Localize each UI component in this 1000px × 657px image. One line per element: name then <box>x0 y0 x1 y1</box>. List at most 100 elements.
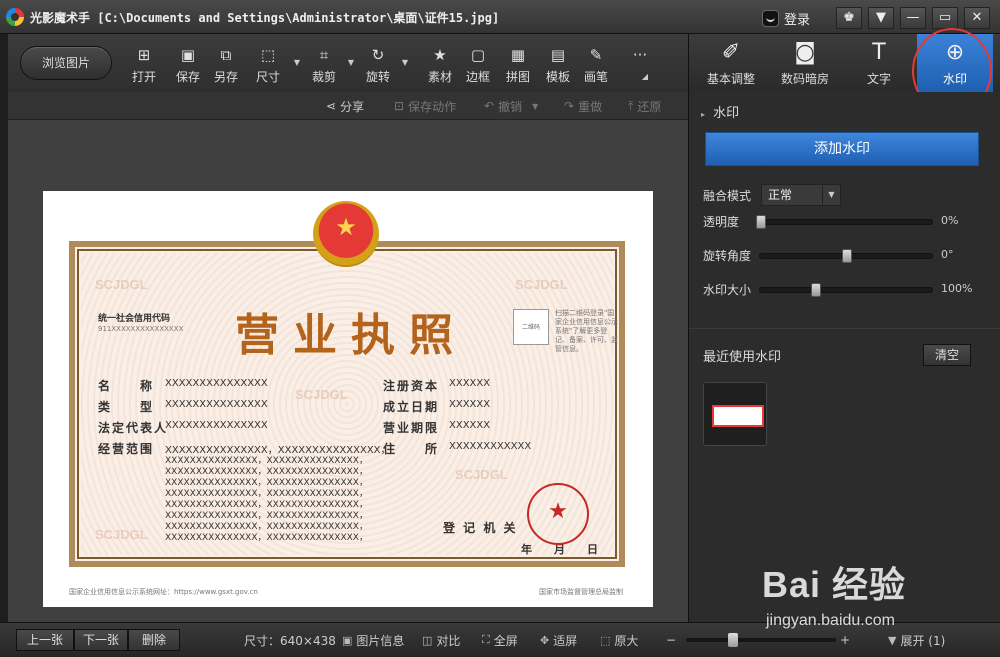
credit-code-label: 统一社会信用代码 <box>98 314 171 324</box>
window-title: 光影魔术手 [C:\Documents and Settings\Adminis… <box>30 11 500 25</box>
tool-crop[interactable]: ⌗ 裁剪 <box>304 44 344 86</box>
caret-down-icon: ▼ <box>888 633 897 647</box>
business-scope-line: XXXXXXXXXXXXXXX，XXXXXXXXXXXXXXX， <box>165 533 368 543</box>
slider-value: 100% <box>941 282 973 295</box>
chevron-down-icon[interactable]: ▼ <box>346 58 356 68</box>
fit-screen-button[interactable]: ✥ 适屏 <box>540 632 577 648</box>
tool-label: 边框 <box>465 70 490 84</box>
slider-label: 水印大小 <box>703 283 752 297</box>
previous-image-button[interactable]: 上一张 <box>16 629 74 651</box>
tab-text[interactable]: T 文字 <box>841 34 917 92</box>
field-label: 类 型 <box>98 400 155 414</box>
slider-track[interactable] <box>756 215 933 229</box>
tool-label: 打开 <box>131 70 156 84</box>
security-watermark: SCJDGL <box>95 277 148 292</box>
skin-button[interactable]: ♚ <box>836 7 862 29</box>
blend-mode-select[interactable]: 正常 ▼ <box>761 184 841 206</box>
text-icon: T <box>872 40 886 65</box>
original-size-button[interactable]: ⬚ 原大 <box>600 632 638 648</box>
security-watermark: SCJDGL <box>95 527 148 542</box>
qr-note: 扫描二维码登录"国家企业信用信息公示系统"了解更多登记、备案、许可、监管信息。 <box>555 309 618 353</box>
delete-button[interactable]: 删除 <box>128 629 180 651</box>
tool-resize[interactable]: ⬚ 尺寸 <box>248 44 288 86</box>
credit-code-value: 911XXXXXXXXXXXXXXX <box>98 325 184 333</box>
tool-collage[interactable]: ▦ 拼图 <box>498 44 538 86</box>
panel-heading[interactable]: ▸ 水印 <box>701 102 739 121</box>
tool-material[interactable]: ★ 素材 <box>420 44 460 86</box>
chevron-down-icon[interactable]: ▼ <box>292 58 302 68</box>
tab-adjust[interactable]: ✐ 基本调整 <box>693 34 769 92</box>
field-value: XXXXXX <box>449 399 491 410</box>
tool-save[interactable]: ▣ 保存 <box>168 44 208 86</box>
add-watermark-button[interactable]: 添加水印 <box>705 132 979 166</box>
expand-button[interactable]: ▼ 展开 (1) <box>888 632 945 648</box>
save-as-icon: ⧉ <box>220 46 232 64</box>
minimize-button[interactable]: — <box>900 7 926 29</box>
next-image-button[interactable]: 下一张 <box>74 629 128 651</box>
slider-handle[interactable] <box>842 249 852 263</box>
tool-rotate[interactable]: ↻ 旋转 <box>358 44 398 86</box>
close-button[interactable]: ✕ <box>964 7 990 29</box>
compare-button[interactable]: ◫ 对比 <box>422 632 460 648</box>
supervisor-note: 国家市场监督管理总局监制 <box>539 588 623 596</box>
zoom-out-button[interactable]: − <box>666 632 676 648</box>
tool-save-as[interactable]: ⧉ 另存 <box>206 44 246 86</box>
slider-handle[interactable] <box>756 215 766 229</box>
save-action-button[interactable]: ⊡ 保存动作 <box>394 98 456 114</box>
tool-template[interactable]: ▤ 模板 <box>538 44 578 86</box>
status-bar: 上一张 下一张 删除 尺寸：640×438 ▣ 图片信息 ◫ 对比 ⛶ 全屏 ✥… <box>0 622 1000 657</box>
tab-watermark[interactable]: ⊕ 水印 <box>917 34 993 92</box>
tool-open[interactable]: ⊞ 打开 <box>124 44 164 86</box>
login-button[interactable]: 登录 <box>762 8 810 28</box>
browse-images-button[interactable]: 浏览图片 <box>20 46 112 80</box>
image-info-button[interactable]: ▣ 图片信息 <box>342 632 404 648</box>
field-value: XXXXXXXXXXXXXXX <box>165 399 268 410</box>
share-button[interactable]: ⋖ 分享 <box>326 98 364 114</box>
slider-label: 旋转角度 <box>703 249 752 263</box>
gsxt-url: 国家企业信用信息公示系统网址：https://www.gsxt.gov.cn <box>69 588 258 596</box>
template-icon: ▤ <box>550 46 566 64</box>
field-value: XXXXXXXXXXXXXXX <box>165 420 268 431</box>
main-toolbar: 浏览图片 ⊞ 打开 ▣ 保存 ⧉ 另存 ⬚ 尺寸 ▼ ⌗ 裁剪 ▼ ↻ 旋转 ▼ ★ 素材 ▢ 边框 ▦ 拼图 ▤ 模板 ✎ 画… <box>8 34 688 92</box>
restore-button[interactable]: ⤒ 还原 <box>628 98 661 114</box>
fit-screen-icon: ✥ <box>540 633 550 647</box>
toolbar-expand-icon[interactable]: ◢ <box>640 72 650 82</box>
slider-track[interactable] <box>759 249 933 263</box>
zoom-slider[interactable] <box>686 633 836 647</box>
security-watermark: SCJDGL <box>295 387 348 402</box>
recent-watermarks-label: 最近使用水印 <box>703 350 782 365</box>
tab-label: 水印 <box>942 72 967 86</box>
image-workspace: ⋖ 分享 ⊡ 保存动作 ↶ 撤销 ▼ ↷ 重做 ⤒ 还原 SCJDGL SCJD… <box>8 92 688 622</box>
undo-label: 撤销 <box>498 99 523 114</box>
chevron-down-icon[interactable]: ▼ <box>400 58 410 68</box>
undo-dropdown-icon[interactable]: ▼ <box>532 102 538 111</box>
more-icon: ··· <box>632 46 648 64</box>
collapse-arrow-icon: ▸ <box>701 110 706 119</box>
rotate-icon: ↻ <box>371 46 385 64</box>
info-icon: ▣ <box>342 633 353 647</box>
business-license-image[interactable]: SCJDGL SCJDGL SCJDGL SCJDGL SCJDGL 营业执照 … <box>43 191 653 607</box>
watermark-icon: ⊕ <box>945 40 965 65</box>
redo-button[interactable]: ↷ 重做 <box>564 98 602 114</box>
login-label: 登录 <box>784 12 811 28</box>
zoom-slider-handle[interactable] <box>727 633 738 647</box>
tool-border[interactable]: ▢ 边框 <box>458 44 498 86</box>
title-bar[interactable]: 光影魔术手 [C:\Documents and Settings\Adminis… <box>0 0 1000 34</box>
slider-track[interactable] <box>759 283 933 297</box>
field-value: XXXXXXXXXXXX <box>449 441 532 452</box>
fullscreen-button[interactable]: ⛶ 全屏 <box>482 632 518 648</box>
maximize-button[interactable]: ▭ <box>932 7 958 29</box>
qr-code: 二维码 <box>513 309 549 345</box>
app-window: 光影魔术手 [C:\Documents and Settings\Adminis… <box>0 0 1000 657</box>
undo-button[interactable]: ↶ 撤销 ▼ <box>484 98 538 114</box>
tool-label: 拼图 <box>505 70 530 84</box>
zoom-in-button[interactable]: + <box>840 632 850 648</box>
original-size-label: 原大 <box>614 633 639 648</box>
tool-brush[interactable]: ✎ 画笔 <box>576 44 616 86</box>
slider-handle[interactable] <box>811 283 822 297</box>
clear-button[interactable]: 清空 <box>923 344 971 366</box>
tab-darkroom[interactable]: ◙ 数码暗房 <box>767 34 843 92</box>
menu-button[interactable]: ▼ <box>868 7 894 29</box>
recent-watermark-thumbnail[interactable] <box>703 382 767 446</box>
compare-label: 对比 <box>436 633 461 648</box>
